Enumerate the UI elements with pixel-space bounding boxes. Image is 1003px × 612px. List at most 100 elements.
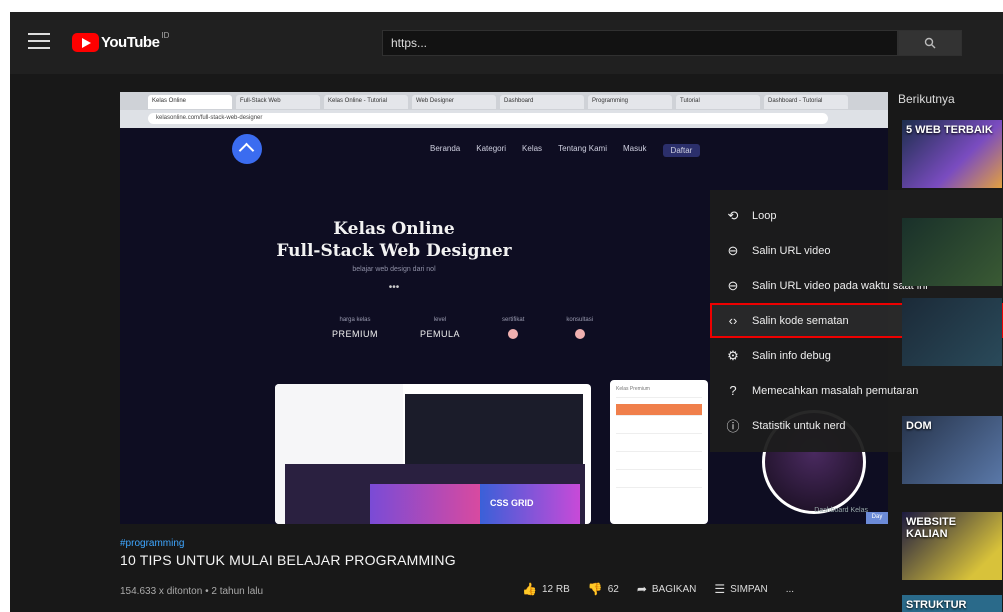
up-next-thumbnail[interactable]: WEBSITE KALIAN: [902, 512, 1002, 580]
menu-item-label: Salin kode sematan: [752, 314, 849, 327]
search-button[interactable]: [898, 30, 962, 56]
stat-item: konsultasi: [566, 317, 593, 341]
stat-label: sertifikat: [502, 317, 525, 323]
more-icon: ...: [785, 583, 795, 595]
menu-item-label: Salin URL video: [752, 244, 831, 257]
like-button[interactable]: 👍 12 RB: [522, 582, 570, 596]
panel-row: [616, 458, 702, 470]
video-view-count: 154.633 x ditonton • 2 tahun lalu: [120, 586, 264, 597]
debug-info-icon: ⚙: [727, 347, 739, 363]
up-next-heading: Berikutnya: [898, 92, 955, 106]
video-actions: 👍 12 RB 👎 62 ➦ BAGIKAN ☰ SIMPAN ...: [522, 582, 794, 596]
up-next-thumbnail[interactable]: DOM: [902, 416, 1002, 484]
site-link: Kelas: [522, 144, 543, 153]
masthead: YouTube ID: [10, 12, 1003, 74]
badge-check-icon: [574, 329, 585, 339]
site-link: Kategori: [476, 144, 507, 153]
thumbs-down-icon: 👎: [587, 582, 603, 596]
stat-item: sertifikat: [502, 317, 524, 341]
stats-info-icon: ⓘ: [726, 419, 740, 434]
browser-tab: Dashboard - Tutorial: [764, 95, 848, 109]
troubleshoot-icon: ?: [729, 383, 737, 398]
up-next-thumbnail[interactable]: [902, 298, 1002, 366]
dislike-button[interactable]: 👎 62: [588, 582, 619, 596]
recorded-browser-chrome: Kelas Online Full-Stack Web Kelas Online…: [120, 92, 888, 128]
thumbnail-text: STRUKTUR: [906, 599, 967, 611]
recorded-hero-title: Kelas Online Full-Stack Web Designer: [120, 218, 668, 262]
like-count: 12 RB: [541, 583, 570, 595]
recorded-dashboard-mockup: CSS GRID: [275, 384, 591, 524]
panel-row: [616, 404, 702, 416]
recorded-course-panel: Kelas Premium: [610, 380, 708, 524]
up-next-thumbnail[interactable]: 5 WEB TERBAIK: [902, 120, 1002, 188]
stat-item: harga kelas PREMIUM: [332, 317, 378, 341]
mockup-thumbnail: [370, 484, 480, 524]
logo-country-code: ID: [161, 31, 170, 40]
menu-item-label: Salin info debug: [752, 349, 831, 362]
youtube-window: YouTube ID Kelas Online Full-Stack Web K…: [10, 12, 1003, 612]
share-arrow-icon: ➦: [636, 582, 647, 596]
site-link: Beranda: [430, 144, 461, 153]
loop-icon: ⟲: [727, 207, 739, 223]
thumbnail-text: [902, 218, 1002, 226]
browser-tab: Programming: [588, 95, 672, 109]
site-nav-links: Beranda Kategori Kelas Tentang Kami Masu…: [430, 144, 701, 157]
browser-tab: Kelas Online - Tutorial: [324, 95, 408, 109]
more-actions-button[interactable]: ...: [786, 582, 794, 596]
browser-tab: Kelas Online: [148, 95, 232, 109]
copy-url-time-icon: ⊖: [727, 277, 739, 293]
panel-row: [616, 476, 702, 488]
thumbnail-text: WEBSITE KALIAN: [906, 516, 957, 540]
browser-tab: Full-Stack Web: [236, 95, 320, 109]
panel-title: Kelas Premium: [616, 386, 702, 398]
site-link: Tentang Kami: [558, 144, 607, 153]
recorded-stats: harga kelas PREMIUM level PEMULA sertifika…: [332, 317, 593, 341]
hero-dots: •••: [388, 282, 400, 293]
mockup-thumbnail: CSS GRID: [480, 484, 580, 524]
menu-item-label: Memecahkan masalah pemutaran: [752, 384, 919, 397]
playlist-add-icon: ☰: [714, 582, 726, 596]
menu-item-troubleshoot[interactable]: ? Memecahkan masalah pemutaran: [710, 373, 1003, 408]
hero-title-line-2: Full-Stack Web Designer: [276, 241, 512, 261]
recorded-site-nav: Beranda Kategori Kelas Tentang Kami Masu…: [120, 128, 888, 176]
stat-value: PEMULA: [420, 329, 461, 339]
search-input[interactable]: [382, 30, 898, 56]
site-link: Masuk: [622, 144, 647, 153]
youtube-play-icon: [72, 32, 99, 52]
save-button[interactable]: ☰ SIMPAN: [714, 582, 767, 596]
screenshot-canvas: YouTube ID Kelas Online Full-Stack Web K…: [0, 0, 1003, 612]
dislike-count: 62: [607, 583, 619, 595]
stat-label: konsultasi: [566, 317, 594, 323]
up-next-thumbnail[interactable]: STRUKTUR: [902, 595, 1002, 612]
stat-label: level: [433, 317, 447, 323]
player-caption: Dashboard Kelas: [814, 507, 868, 514]
share-button[interactable]: ➦ BAGIKAN: [637, 582, 697, 596]
save-label: SIMPAN: [730, 583, 768, 595]
site-link: Daftar: [662, 144, 701, 157]
share-label: BAGIKAN: [651, 583, 697, 595]
thumbnail-text: [902, 298, 1002, 306]
up-next-thumbnail[interactable]: [902, 218, 1002, 286]
browser-tab: Tutorial: [676, 95, 760, 109]
browser-tab: Dashboard: [500, 95, 584, 109]
recorded-hero-subtitle: belajar web design dari nol: [352, 266, 436, 273]
hero-title-line-1: Kelas Online: [333, 219, 455, 239]
site-logo-icon: [232, 134, 262, 164]
menu-item-label: Statistik untuk nerd: [752, 419, 846, 432]
search-icon: [924, 37, 936, 49]
copy-url-icon: ⊖: [727, 242, 739, 258]
video-title: 10 TIPS UNTUK MULAI BELAJAR PROGRAMMING: [120, 552, 456, 568]
browser-tab: Web Designer: [412, 95, 496, 109]
hamburger-menu-icon[interactable]: [28, 33, 50, 51]
stat-label: harga kelas: [339, 317, 371, 323]
thumbnail-text: DOM: [906, 420, 932, 432]
youtube-logo[interactable]: YouTube ID: [72, 31, 169, 53]
panel-row: [616, 422, 702, 434]
menu-item-label: Loop: [752, 209, 777, 222]
badge-check-icon: [508, 329, 519, 339]
video-hashtag-link[interactable]: #programming: [120, 538, 184, 549]
embed-code-icon: ‹›: [728, 313, 738, 328]
player-badge: Day: [866, 512, 888, 524]
thumbnail-text: 5 WEB TERBAIK: [906, 124, 993, 136]
stat-item: level PEMULA: [420, 317, 460, 341]
